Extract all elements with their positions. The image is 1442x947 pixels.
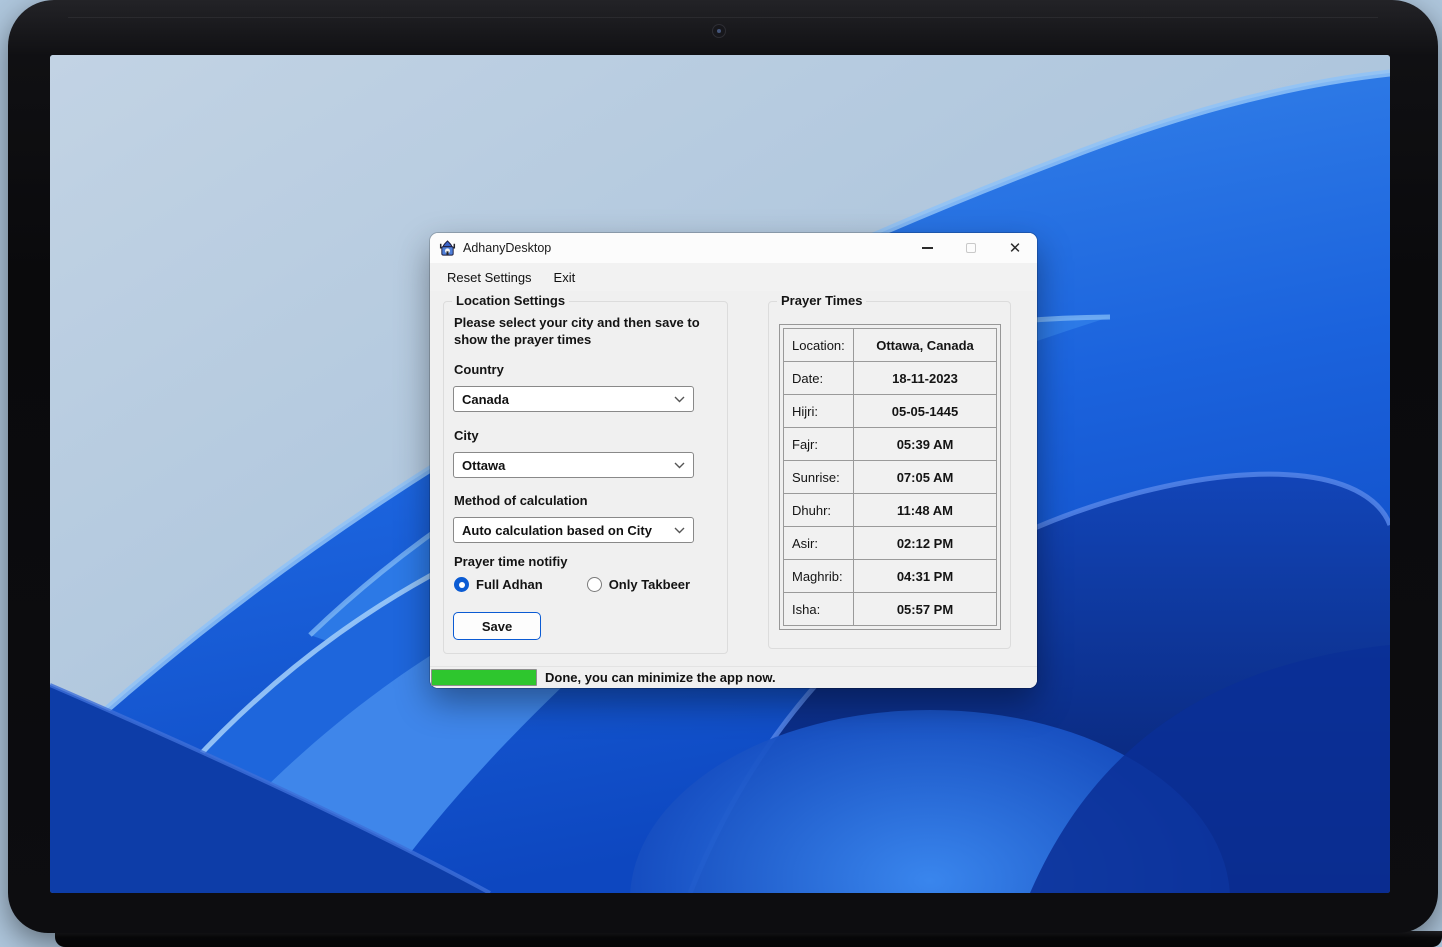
prayer-time-value: 02:12 PM	[854, 527, 997, 560]
prayer-time-row[interactable]: Dhuhr:11:48 AM	[784, 494, 997, 527]
prayer-time-value: 05:39 AM	[854, 428, 997, 461]
prayer-time-row[interactable]: Asir:02:12 PM	[784, 527, 997, 560]
desktop-screen: AdhanyDesktop ✕ Reset Settings Exit Loca…	[50, 55, 1390, 893]
prayer-time-value: Ottawa, Canada	[854, 329, 997, 362]
status-message: Done, you can minimize the app now.	[545, 670, 776, 685]
prayer-time-value: 11:48 AM	[854, 494, 997, 527]
prayer-time-value: 07:05 AM	[854, 461, 997, 494]
radio-unselected-icon	[587, 577, 602, 592]
radio-full-adhan[interactable]: Full Adhan	[454, 577, 543, 592]
location-settings-group: Location Settings Please select your cit…	[443, 301, 728, 654]
status-bar: Done, you can minimize the app now.	[430, 666, 1037, 688]
device-stand-base	[55, 931, 1442, 947]
prayer-time-row[interactable]: Fajr:05:39 AM	[784, 428, 997, 461]
mosque-icon	[439, 240, 456, 257]
prayer-time-value: 04:31 PM	[854, 560, 997, 593]
city-label: City	[454, 428, 479, 443]
window-controls: ✕	[905, 233, 1037, 263]
method-label: Method of calculation	[454, 493, 588, 508]
prayer-time-label: Maghrib:	[784, 560, 854, 593]
notify-radio-group: Full Adhan Only Takbeer	[454, 577, 690, 592]
notify-label: Prayer time notifiy	[454, 554, 567, 569]
prayer-time-label: Location:	[784, 329, 854, 362]
radio-selected-icon	[454, 577, 469, 592]
prayer-time-label: Hijri:	[784, 395, 854, 428]
city-selected-value: Ottawa	[462, 458, 674, 473]
webcam-lens	[717, 29, 721, 33]
close-icon: ✕	[1009, 239, 1022, 257]
progress-bar	[431, 669, 537, 686]
adhany-desktop-window: AdhanyDesktop ✕ Reset Settings Exit Loca…	[430, 233, 1037, 688]
window-titlebar[interactable]: AdhanyDesktop ✕	[430, 233, 1037, 263]
prayer-time-row[interactable]: Sunrise:07:05 AM	[784, 461, 997, 494]
menu-item-exit[interactable]: Exit	[545, 267, 585, 288]
prayer-times-group: Prayer Times Location:Ottawa, CanadaDate…	[768, 301, 1011, 649]
chevron-down-icon	[674, 396, 685, 403]
prayer-time-label: Fajr:	[784, 428, 854, 461]
maximize-icon	[966, 243, 976, 253]
radio-only-takbeer-label: Only Takbeer	[609, 577, 690, 592]
prayer-time-row[interactable]: Date:18-11-2023	[784, 362, 997, 395]
prayer-time-row[interactable]: Maghrib:04:31 PM	[784, 560, 997, 593]
prayer-times-rows: Location:Ottawa, CanadaDate:18-11-2023Hi…	[784, 329, 997, 626]
chevron-down-icon	[674, 527, 685, 534]
prayer-times-title: Prayer Times	[777, 293, 866, 308]
chevron-down-icon	[674, 462, 685, 469]
prayer-time-row[interactable]: Location:Ottawa, Canada	[784, 329, 997, 362]
country-selected-value: Canada	[462, 392, 674, 407]
city-dropdown[interactable]: Ottawa	[453, 452, 694, 478]
method-selected-value: Auto calculation based on City	[462, 523, 674, 538]
prayer-time-value: 05:57 PM	[854, 593, 997, 626]
radio-full-adhan-label: Full Adhan	[476, 577, 543, 592]
close-button[interactable]: ✕	[993, 233, 1037, 263]
prayer-time-label: Date:	[784, 362, 854, 395]
menu-bar: Reset Settings Exit	[430, 263, 1037, 291]
minimize-icon	[922, 247, 933, 248]
radio-only-takbeer[interactable]: Only Takbeer	[587, 577, 690, 592]
prayer-time-label: Asir:	[784, 527, 854, 560]
window-body: Location Settings Please select your cit…	[430, 291, 1037, 666]
prayer-time-value: 05-05-1445	[854, 395, 997, 428]
prayer-time-label: Dhuhr:	[784, 494, 854, 527]
window-title: AdhanyDesktop	[463, 241, 551, 255]
maximize-button[interactable]	[949, 233, 993, 263]
country-dropdown[interactable]: Canada	[453, 386, 694, 412]
prayer-time-row[interactable]: Isha:05:57 PM	[784, 593, 997, 626]
prayer-time-value: 18-11-2023	[854, 362, 997, 395]
instruction-text: Please select your city and then save to…	[454, 314, 720, 348]
location-settings-title: Location Settings	[452, 293, 569, 308]
save-button[interactable]: Save	[453, 612, 541, 640]
method-dropdown[interactable]: Auto calculation based on City	[453, 517, 694, 543]
menu-item-reset-settings[interactable]: Reset Settings	[438, 267, 541, 288]
prayer-times-table: Location:Ottawa, CanadaDate:18-11-2023Hi…	[779, 324, 1001, 630]
country-label: Country	[454, 362, 504, 377]
webcam-icon	[712, 24, 726, 38]
prayer-time-label: Sunrise:	[784, 461, 854, 494]
minimize-button[interactable]	[905, 233, 949, 263]
prayer-time-label: Isha:	[784, 593, 854, 626]
prayer-time-row[interactable]: Hijri:05-05-1445	[784, 395, 997, 428]
